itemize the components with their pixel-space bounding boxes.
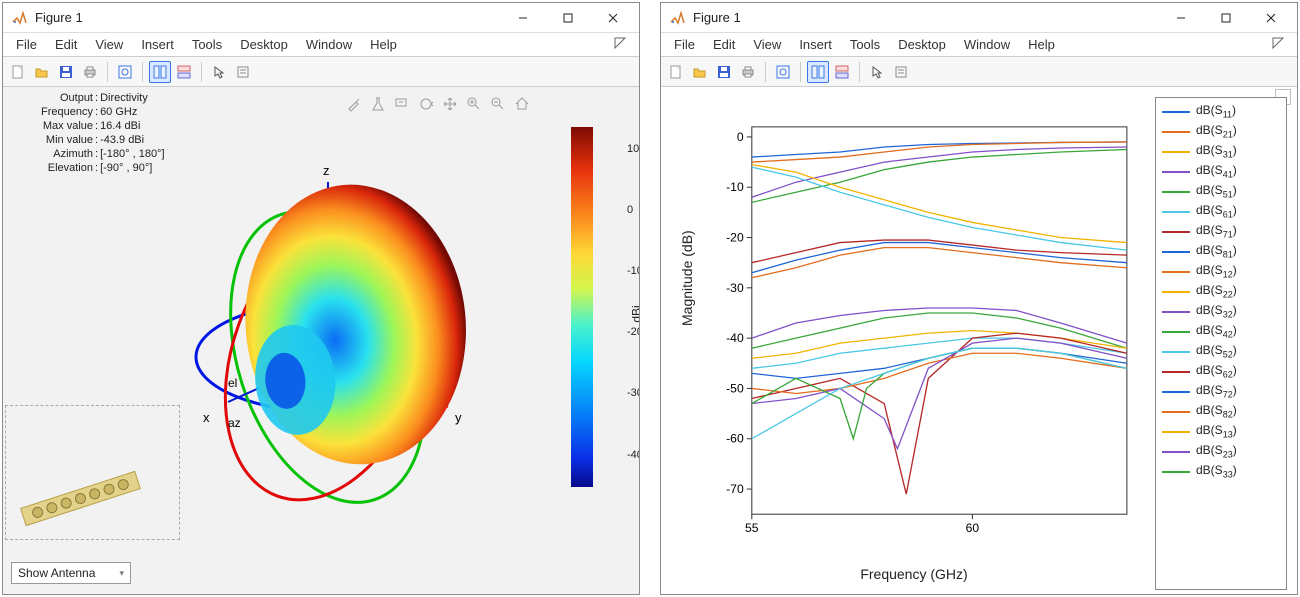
- menu-tools[interactable]: Tools: [185, 35, 229, 54]
- axes-3d[interactable]: Output:Directivity Frequency:60 GHz Max …: [3, 87, 639, 594]
- menu-help[interactable]: Help: [1021, 35, 1062, 54]
- matlab-icon: [669, 10, 685, 26]
- svg-text:-20: -20: [726, 231, 744, 245]
- tile-v-icon[interactable]: [807, 61, 829, 83]
- svg-text:-30: -30: [726, 281, 744, 295]
- colorbar-unit: dBi: [629, 305, 640, 322]
- menubar: File Edit View Insert Tools Desktop Wind…: [661, 33, 1297, 57]
- menu-collapse-icon[interactable]: [607, 35, 633, 54]
- tile-h-icon[interactable]: [173, 61, 195, 83]
- toolbar: [661, 57, 1297, 87]
- menu-view[interactable]: View: [88, 35, 130, 54]
- menu-desktop[interactable]: Desktop: [233, 35, 295, 54]
- menu-view[interactable]: View: [746, 35, 788, 54]
- axis-el-label: el: [228, 376, 237, 390]
- menu-insert[interactable]: Insert: [134, 35, 181, 54]
- inspect-icon[interactable]: [772, 61, 794, 83]
- svg-text:55: 55: [745, 521, 759, 535]
- menubar: File Edit View Insert Tools Desktop Wind…: [3, 33, 639, 57]
- menu-edit[interactable]: Edit: [48, 35, 84, 54]
- new-file-icon[interactable]: [7, 61, 29, 83]
- svg-text:-70: -70: [726, 482, 744, 496]
- flask-icon[interactable]: [369, 95, 387, 113]
- window-title: Figure 1: [35, 10, 500, 25]
- brush-icon[interactable]: [345, 95, 363, 113]
- axes-2d[interactable]: 0 -10 -20 -30 -40 -50 -60 -70 55 60 Magnitude (dB…: [661, 87, 1297, 594]
- properties-icon[interactable]: [232, 61, 254, 83]
- close-button[interactable]: [1248, 4, 1293, 32]
- save-icon[interactable]: [713, 61, 735, 83]
- colorbar[interactable]: [571, 127, 593, 487]
- open-file-icon[interactable]: [689, 61, 711, 83]
- properties-icon[interactable]: [890, 61, 912, 83]
- minimize-button[interactable]: [500, 4, 545, 32]
- menu-collapse-icon[interactable]: [1265, 35, 1291, 54]
- menu-window[interactable]: Window: [957, 35, 1017, 54]
- titlebar: Figure 1: [661, 3, 1297, 33]
- axis-z-label: z: [323, 163, 330, 178]
- axis-y-label: y: [455, 410, 462, 425]
- data-tips-icon[interactable]: [393, 95, 411, 113]
- menu-desktop[interactable]: Desktop: [891, 35, 953, 54]
- pattern-info: Output:Directivity Frequency:60 GHz Max …: [13, 91, 165, 175]
- minimize-button[interactable]: [1158, 4, 1203, 32]
- inspect-icon[interactable]: [114, 61, 136, 83]
- x-axis-label: Frequency (GHz): [860, 566, 967, 582]
- axis-x-label: x: [203, 410, 210, 425]
- menu-window[interactable]: Window: [299, 35, 359, 54]
- svg-text:-60: -60: [726, 432, 744, 446]
- tile-h-icon[interactable]: [831, 61, 853, 83]
- legend[interactable]: dB(S11)dB(S21)dB(S31)dB(S41)dB(S51)dB(S6…: [1155, 97, 1287, 590]
- axis-az-label: az: [228, 416, 241, 430]
- chevron-down-icon: ▾: [119, 568, 124, 579]
- pointer-icon[interactable]: [866, 61, 888, 83]
- window-title: Figure 1: [693, 10, 1158, 25]
- menu-file[interactable]: File: [9, 35, 44, 54]
- figure-window-2: Figure 1 File Edit View Insert Tools Des…: [660, 2, 1298, 595]
- pan-icon[interactable]: [441, 95, 459, 113]
- matlab-icon: [11, 10, 27, 26]
- menu-tools[interactable]: Tools: [843, 35, 887, 54]
- antenna-inset[interactable]: [5, 405, 180, 540]
- svg-text:-50: -50: [726, 382, 744, 396]
- tile-v-icon[interactable]: [149, 61, 171, 83]
- open-file-icon[interactable]: [31, 61, 53, 83]
- maximize-button[interactable]: [1203, 4, 1248, 32]
- home-icon[interactable]: [513, 95, 531, 113]
- menu-help[interactable]: Help: [363, 35, 404, 54]
- axes-toolbar: [345, 95, 531, 113]
- print-icon[interactable]: [79, 61, 101, 83]
- menu-file[interactable]: File: [667, 35, 702, 54]
- titlebar: Figure 1: [3, 3, 639, 33]
- radiation-pattern-3d: z x y el az: [173, 127, 513, 557]
- legend-item[interactable]: dB(S33): [1162, 462, 1280, 482]
- sparams-chart: 0 -10 -20 -30 -40 -50 -60 -70 55 60: [691, 107, 1137, 544]
- svg-text:60: 60: [966, 521, 980, 535]
- toolbar: [3, 57, 639, 87]
- menu-insert[interactable]: Insert: [792, 35, 839, 54]
- save-icon[interactable]: [55, 61, 77, 83]
- close-button[interactable]: [590, 4, 635, 32]
- maximize-button[interactable]: [545, 4, 590, 32]
- rotate-icon[interactable]: [417, 95, 435, 113]
- y-axis-label: Magnitude (dB): [679, 230, 695, 326]
- new-file-icon[interactable]: [665, 61, 687, 83]
- show-antenna-dropdown[interactable]: Show Antenna ▾: [11, 562, 131, 584]
- svg-text:-10: -10: [726, 180, 744, 194]
- zoom-in-icon[interactable]: [465, 95, 483, 113]
- zoom-out-icon[interactable]: [489, 95, 507, 113]
- pointer-icon[interactable]: [208, 61, 230, 83]
- menu-edit[interactable]: Edit: [706, 35, 742, 54]
- figure-window-1: Figure 1 File Edit View Insert Tools Des…: [2, 2, 640, 595]
- svg-text:0: 0: [737, 130, 744, 144]
- print-icon[interactable]: [737, 61, 759, 83]
- svg-text:-40: -40: [726, 331, 744, 345]
